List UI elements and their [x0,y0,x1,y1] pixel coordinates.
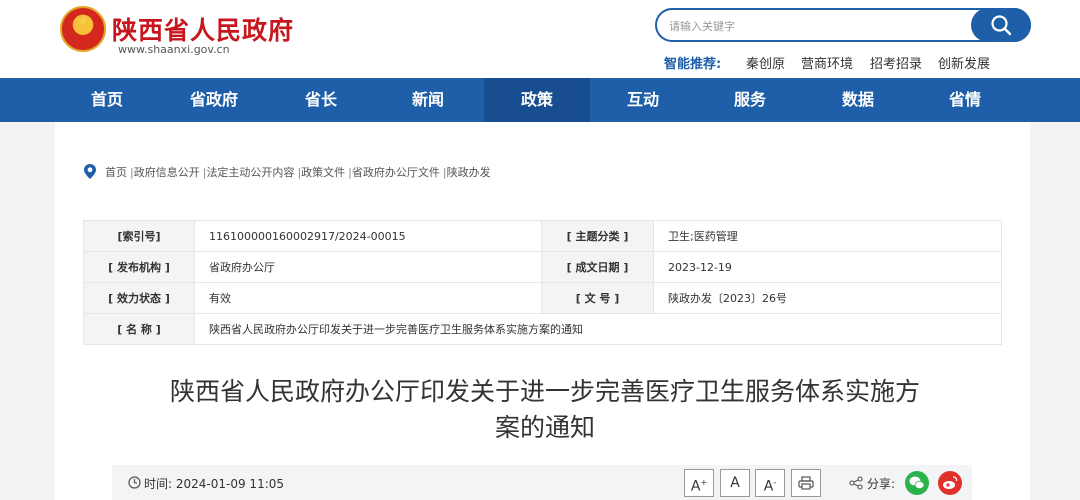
minus-icon: - [773,478,777,487]
article-title: 陕西省人民政府办公厅印发关于进一步完善医疗卫生服务体系实施方 案的通知 [135,374,955,446]
nav-item-policy[interactable]: 政策 [484,78,590,122]
breadcrumb-item-office-docs[interactable]: 省政府办公厅文件 [352,166,440,179]
article-title-line-2: 案的通知 [494,413,595,442]
smart-item-qinchuangyuan[interactable]: 秦创原 [746,53,785,72]
search-box [655,8,1031,42]
table-row: [ 效力状态 ] 有效 [ 文 号 ] 陕政办发〔2023〕26号 [83,282,1002,314]
wechat-icon [909,476,925,489]
nav-item-governor[interactable]: 省长 [271,78,371,122]
font-smaller-button[interactable]: A- [755,469,785,497]
meta-value-org: 省政府办公厅 [194,251,542,283]
smart-item-business-env[interactable]: 营商环境 [801,53,853,72]
meta-key-org: [ 发布机构 ] [83,251,195,283]
search-icon [991,15,1012,36]
meta-key-date: [ 成文日期 ] [541,251,654,283]
print-button[interactable] [791,469,821,497]
main-nav: 首页 省政府 省长 新闻 政策 互动 服务 数据 省情 [0,78,1080,122]
meta-value-topic: 卫生;医药管理 [653,220,1002,252]
site-title: 陕西省人民政府 [112,16,295,45]
time-label: 时间: [144,477,173,491]
nav-item-gov[interactable]: 省政府 [164,78,264,122]
smart-item-innovation[interactable]: 创新发展 [938,53,990,72]
search-button[interactable] [971,8,1031,42]
nav-item-news[interactable]: 新闻 [378,78,478,122]
share-label: 分享: [867,477,896,491]
table-row: [ 发布机构 ] 省政府办公厅 [ 成文日期 ] 2023-12-19 [83,251,1002,283]
breadcrumb-item-statutory[interactable]: 法定主动公开内容 [206,166,294,179]
site-logo[interactable]: 陕西省人民政府 www.shaanxi.gov.cn [60,6,300,56]
breadcrumb-item-gov-info[interactable]: 政府信息公开 [134,166,200,179]
plus-icon: + [700,478,708,487]
meta-key-index: [索引号] [83,220,195,252]
meta-value-docno: 陕政办发〔2023〕26号 [653,282,1002,314]
breadcrumb-item-current[interactable]: 陕政办发 [447,166,491,179]
weibo-icon [943,476,958,489]
nav-item-province-info[interactable]: 省情 [915,78,1015,122]
meta-value-status: 有效 [194,282,542,314]
nav-item-service[interactable]: 服务 [700,78,800,122]
national-emblem-icon [60,6,106,52]
nav-item-interaction[interactable]: 互动 [593,78,693,122]
breadcrumb-item-home[interactable]: 首页 [105,166,127,179]
table-row: [索引号] 116100000160002917/2024-00015 [ 主题… [83,220,1002,252]
meta-key-docno: [ 文 号 ] [541,282,654,314]
printer-icon [798,476,814,490]
meta-key-topic: [ 主题分类 ] [541,220,654,252]
time-value: 2024-01-09 11:05 [175,477,285,491]
meta-key-name: [ 名 称 ] [83,313,195,345]
breadcrumb-item-policy-docs[interactable]: 政策文件 [301,166,345,179]
meta-key-status: [ 效力状态 ] [83,282,195,314]
location-pin-icon [84,164,96,179]
table-row: [ 名 称 ] 陕西省人民政府办公厅印发关于进一步完善医疗卫生服务体系实施方案的… [83,313,1002,345]
content-panel: 首页 |政府信息公开 |法定主动公开内容 |政策文件 |省政府办公厅文件 |陕政办发 [索… [55,122,1030,500]
meta-value-index: 116100000160002917/2024-00015 [194,220,542,252]
weibo-share-button[interactable] [938,471,962,495]
smart-recommend: 智能推荐: 秦创原 营商环境 招考招录 创新发展 [664,52,1004,72]
site-header: 陕西省人民政府 www.shaanxi.gov.cn 智能推荐: 秦创原 营商环… [0,0,1080,78]
article-toolbar: 时间: 2024-01-09 11:05 A+ A A- 分享: [112,465,972,500]
search-input[interactable] [669,16,959,36]
article-title-line-1: 陕西省人民政府办公厅印发关于进一步完善医疗卫生服务体系实施方 [169,377,920,406]
meta-value-date: 2023-12-19 [653,251,1002,283]
smart-item-recruitment[interactable]: 招考招录 [870,53,922,72]
wechat-share-button[interactable] [905,471,929,495]
share-icon [849,476,863,490]
font-normal-button[interactable]: A [720,469,750,497]
smart-recommend-label: 智能推荐: [664,57,722,72]
font-larger-button[interactable]: A+ [684,469,714,497]
nav-item-data[interactable]: 数据 [808,78,908,122]
meta-value-name: 陕西省人民政府办公厅印发关于进一步完善医疗卫生服务体系实施方案的通知 [194,313,1002,345]
document-meta-table: [索引号] 116100000160002917/2024-00015 [ 主题… [83,220,1002,345]
clock-icon [128,476,141,489]
nav-item-home[interactable]: 首页 [57,78,157,122]
site-url: www.shaanxi.gov.cn [118,43,230,56]
